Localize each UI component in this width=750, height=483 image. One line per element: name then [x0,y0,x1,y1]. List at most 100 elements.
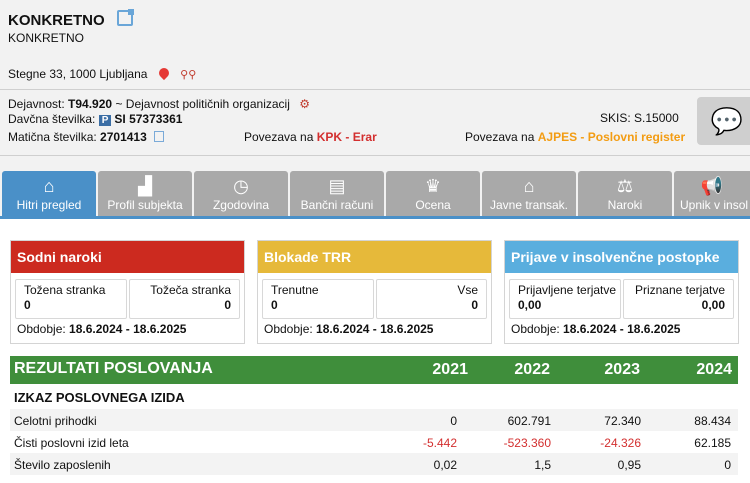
row-label: Število zaposlenih [14,458,111,472]
results-header: REZULTATI POSLOVANJA 2021 2022 2023 2024 [10,356,738,384]
box-value: 0 [471,298,478,312]
box-label: Tožena stranka [24,283,106,297]
table-row: Število zaposlenih 0,02 1,5 0,95 0 [10,453,738,475]
tax-badge: P [98,115,112,126]
box-value: 0,00 [518,298,542,312]
home-icon: ⌂ [43,176,55,196]
tab-bar: ⌂ Hitri pregled ▟ Profil subjekta ◷ Zgod… [0,171,750,218]
skis-row: SKIS: S.15000 [600,111,679,125]
card-box-left: Tožena stranka 0 [15,279,127,319]
scales-icon: ⚖ [616,176,634,196]
card-box-right: Priznane terjatve 0,00 [623,279,734,319]
box-value: 0 [24,298,31,312]
activity-row: Dejavnost: T94.920 ~ Dejavnost politični… [8,97,310,111]
card-sodni-naroki[interactable]: Sodni naroki Tožena stranka 0 Tožeča str… [10,240,245,344]
period-value: 18.6.2024 - 18.6.2025 [563,322,681,336]
tab-label: Bančni računi [300,198,374,212]
divider [0,89,750,90]
ajpes-prefix: Povezava na [465,130,535,144]
cell: 72.340 [604,414,641,428]
year-header: 2024 [696,361,732,378]
cell: 602.791 [507,414,551,428]
period-label: Obdobje: [511,322,560,336]
company-address-row: Stegne 33, 1000 Ljubljana ⚲⚲ [8,65,196,81]
cell: 88.434 [694,414,731,428]
factory-icon: ▟ [138,176,152,196]
skis-label: SKIS: [600,111,631,125]
box-label: Prijavljene terjatve [518,283,617,297]
tab-bancni-racuni[interactable]: ▤ Bančni računi [290,171,384,216]
map-pin-icon[interactable] [156,65,171,81]
tab-profil-subjekta[interactable]: ▟ Profil subjekta [98,171,192,216]
kpk-link-row: Povezava na KPK - Erar [244,130,377,144]
section-label: IZKAZ POSLOVNEGA IZIDA [14,390,185,405]
tab-label: Upnik v insol [680,198,749,212]
copy-icon[interactable] [154,131,165,142]
bank-icon: ⌂ [523,176,535,196]
tax-row: Davčna številka: P SI 57373361 [8,112,182,126]
year-header: 2022 [514,361,550,378]
chat-button[interactable]: 💬 [697,97,750,145]
company-subname: KONKRETNO [8,31,85,45]
card-blokade-trr[interactable]: Blokade TRR Trenutne 0 Vse 0 Obdobje: 18… [257,240,492,344]
divider [0,155,750,156]
cell: 0 [724,458,731,472]
box-label: Vse [457,283,478,297]
card-insolvencne-prijave[interactable]: Prijave v insolvenčne postopke Prijavlje… [504,240,739,344]
card-title: Blokade TRR [258,241,491,273]
kpk-link[interactable]: KPK - Erar [317,130,377,144]
tab-javne-transak[interactable]: ⌂ Javne transak. [482,171,576,216]
table-row: Celotni prihodki 0 602.791 72.340 88.434 [10,409,738,431]
card-box-left: Trenutne 0 [262,279,374,319]
card-period: Obdobje: 18.6.2024 - 18.6.2025 [17,322,186,336]
tab-ocena[interactable]: ♛ Ocena [386,171,480,216]
period-value: 18.6.2024 - 18.6.2025 [69,322,187,336]
cell: 0,95 [617,458,641,472]
cell: -24.326 [600,436,641,450]
card-period: Obdobje: 18.6.2024 - 18.6.2025 [511,322,680,336]
box-label: Priznane terjatve [634,283,725,297]
cell: 0 [450,414,457,428]
company-address: Stegne 33, 1000 Ljubljana [8,67,148,81]
activity-label: Dejavnost: [8,97,65,111]
section-title: IZKAZ POSLOVNEGA IZIDA [10,386,738,408]
external-link-icon[interactable] [116,9,134,26]
megaphone-icon: 📢 [700,176,724,196]
card-period: Obdobje: 18.6.2024 - 18.6.2025 [264,322,433,336]
card-box-right: Tožeča stranka 0 [129,279,240,319]
tab-zgodovina[interactable]: ◷ Zgodovina [194,171,288,216]
trophy-icon: ♛ [424,176,442,196]
gears-icon[interactable]: ⚙ [299,97,310,111]
cell: -523.360 [503,436,551,450]
period-value: 18.6.2024 - 18.6.2025 [316,322,434,336]
card-title: Prijave v insolvenčne postopke [505,241,738,273]
card-box-right: Vse 0 [376,279,487,319]
reg-value: 2701413 [100,130,147,144]
tab-naroki[interactable]: ⚖ Naroki [578,171,672,216]
ajpes-link-row: Povezava na AJPES - Poslovni register [465,130,685,144]
tax-value: SI 57373361 [114,112,183,126]
tab-label: Zgodovina [212,198,270,212]
results-title: REZULTATI POSLOVANJA [14,360,213,377]
tab-upnik[interactable]: 📢 Upnik v insol [674,171,750,216]
cell: 0,02 [433,458,457,472]
activity-code: T94.920 [68,97,113,111]
tab-label: Javne transak. [489,198,569,212]
ajpes-link[interactable]: AJPES - Poslovni register [538,130,685,144]
chat-icon: 💬 [710,106,744,136]
cell: 62.185 [694,436,731,450]
tab-hitri-pregled[interactable]: ⌂ Hitri pregled [2,171,96,216]
row-label: Čisti poslovni izid leta [14,436,129,450]
reg-label: Matična številka: [8,130,97,144]
year-header: 2023 [604,361,640,378]
tab-label: Ocena [415,198,451,212]
box-label: Tožeča stranka [150,283,231,297]
company-title: KONKRETNO [8,9,134,29]
route-icon[interactable]: ⚲⚲ [180,68,196,81]
kpk-prefix: Povezava na [244,130,314,144]
box-label: Trenutne [271,283,319,297]
company-name: KONKRETNO [8,12,105,29]
tab-label: Profil subjekta [107,198,183,212]
tab-label: Hitri pregled [16,198,82,212]
tax-label: Davčna številka: [8,112,96,126]
